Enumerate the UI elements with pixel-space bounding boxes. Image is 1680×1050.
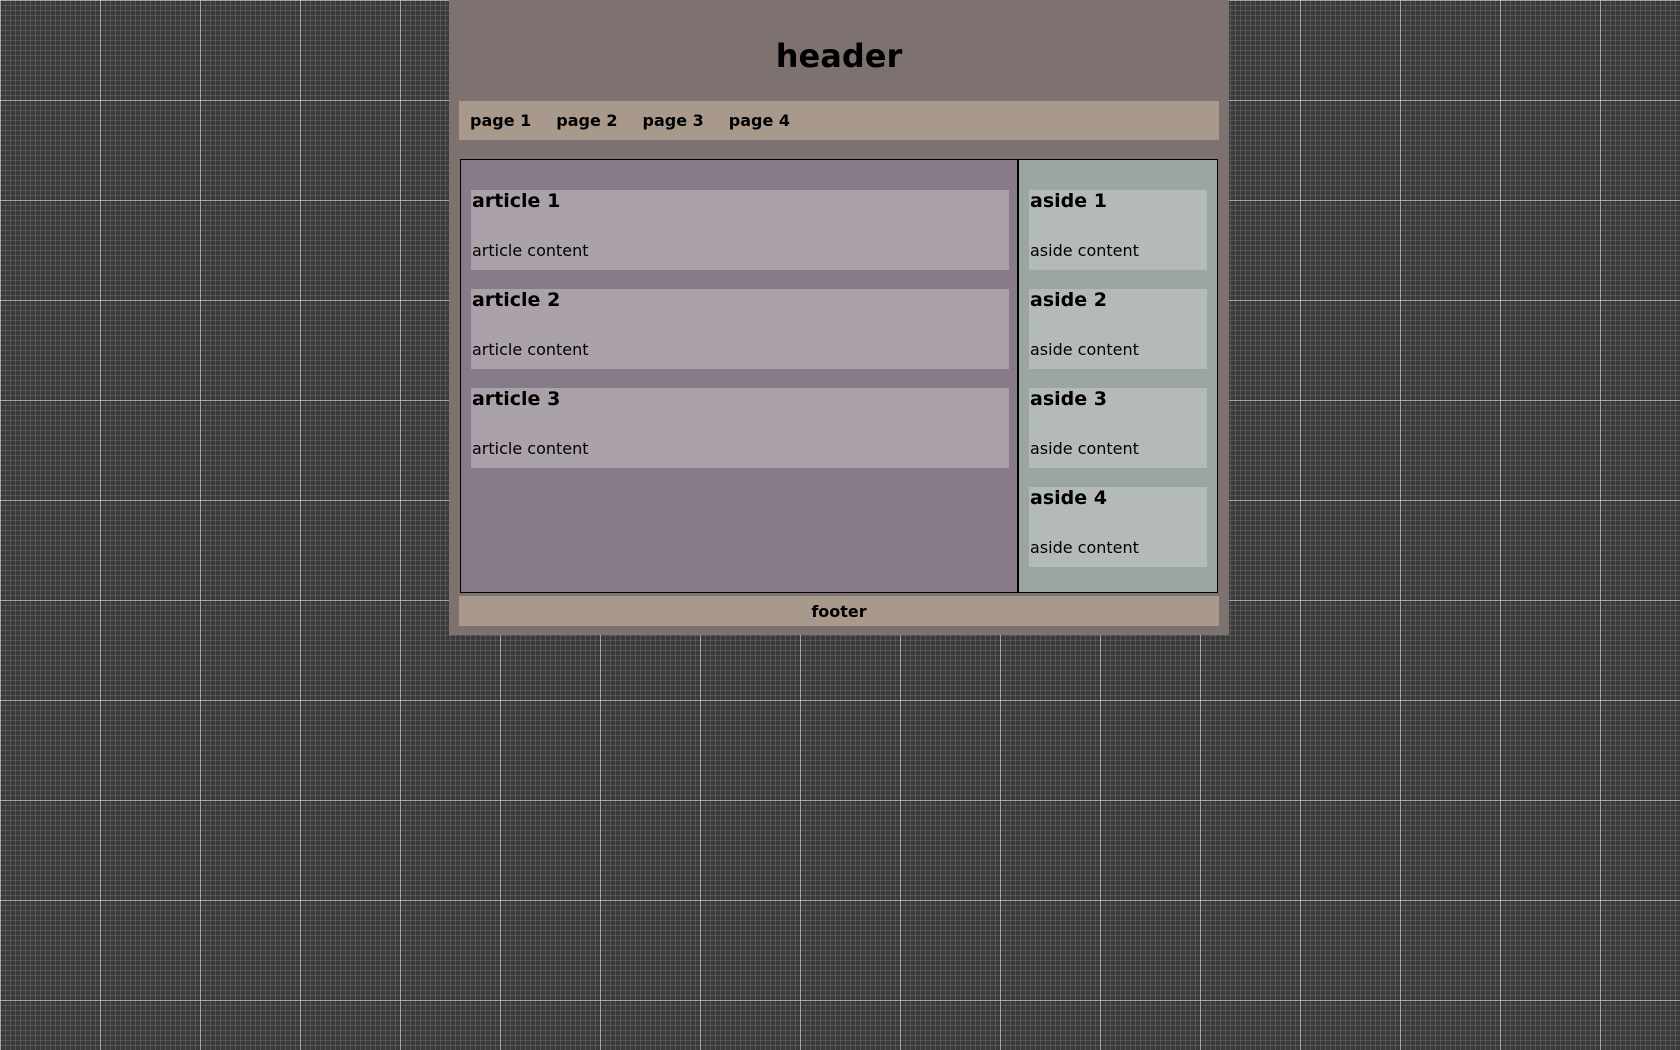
articles-column: article 1 article content article 2 arti… bbox=[460, 159, 1018, 593]
aside-title: aside 1 bbox=[1030, 190, 1107, 212]
aside-card: aside 4 aside content bbox=[1029, 487, 1207, 567]
page-header: header bbox=[449, 0, 1229, 100]
aside-title: aside 3 bbox=[1030, 388, 1107, 410]
aside-title: aside 4 bbox=[1030, 487, 1107, 509]
page-container: header page 1 page 2 page 3 page 4 artic… bbox=[449, 0, 1229, 635]
article-content: article content bbox=[472, 241, 589, 260]
article-card: article 1 article content bbox=[471, 190, 1009, 270]
aside-content: aside content bbox=[1030, 538, 1139, 557]
nav-item-page-1[interactable]: page 1 bbox=[470, 111, 531, 130]
main-content-area: article 1 article content article 2 arti… bbox=[460, 159, 1220, 595]
article-title: article 1 bbox=[472, 190, 561, 212]
aside-title: aside 2 bbox=[1030, 289, 1107, 311]
aside-card: aside 2 aside content bbox=[1029, 289, 1207, 369]
article-card: article 2 article content bbox=[471, 289, 1009, 369]
article-title: article 3 bbox=[472, 388, 561, 410]
article-card: article 3 article content bbox=[471, 388, 1009, 468]
article-title: article 2 bbox=[472, 289, 561, 311]
aside-content: aside content bbox=[1030, 439, 1139, 458]
aside-card: aside 3 aside content bbox=[1029, 388, 1207, 468]
header-title: header bbox=[775, 37, 903, 75]
nav-item-page-3[interactable]: page 3 bbox=[643, 111, 704, 130]
page-footer: footer bbox=[459, 596, 1219, 626]
aside-card: aside 1 aside content bbox=[1029, 190, 1207, 270]
aside-content: aside content bbox=[1030, 340, 1139, 359]
footer-label: footer bbox=[811, 601, 867, 621]
article-content: article content bbox=[472, 439, 589, 458]
aside-content: aside content bbox=[1030, 241, 1139, 260]
navigation-bar: page 1 page 2 page 3 page 4 bbox=[459, 101, 1219, 140]
nav-item-page-2[interactable]: page 2 bbox=[556, 111, 617, 130]
article-content: article content bbox=[472, 340, 589, 359]
aside-column: aside 1 aside content aside 2 aside cont… bbox=[1018, 159, 1218, 593]
nav-item-page-4[interactable]: page 4 bbox=[729, 111, 790, 130]
